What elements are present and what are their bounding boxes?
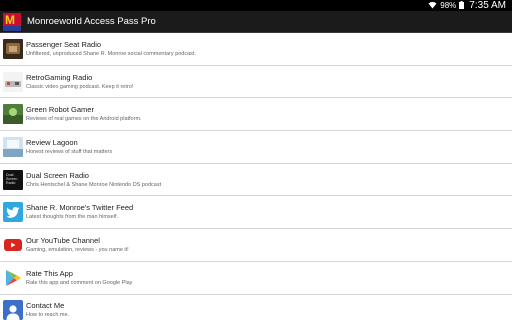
retrogaming-radio-thumbnail [3,71,23,92]
list-item-title: Shane R. Monroe's Twitter Feed [26,203,134,213]
list-item-title: RetroGaming Radio [26,72,93,82]
dual-screen-radio-thumbnail: Dual Screen Radio [3,169,23,190]
list-item-review-lagoon[interactable]: Review Lagoon Honest reviews of stuff th… [0,131,512,164]
action-bar: M Monroeworld Access Pass Pro [0,11,512,33]
list-item-description: Latest thoughts from the man himself. [26,214,119,221]
list-item-description: Rate this app and comment on Google Play [26,279,133,286]
list-item-title: Contact Me [26,301,65,311]
list-item-rate-this-app[interactable]: Rate This App Rate this app and comment … [0,262,512,295]
green-robot-gamer-thumbnail [3,104,23,125]
review-lagoon-thumbnail [3,136,23,157]
list-item-description: How to reach me. [26,312,70,319]
status-time: 7:35 AM [469,0,506,11]
list-item-twitter-feed[interactable]: Shane R. Monroe's Twitter Feed Latest th… [0,196,512,230]
app-logo[interactable]: M [3,12,21,31]
list-item-title: Dual Screen Radio [26,170,89,180]
list-item-title: Review Lagoon [26,137,78,147]
list-item-title: Passenger Seat Radio [26,39,102,49]
google-play-icon [3,268,23,288]
battery-icon [459,0,465,11]
menu-list: Passenger Seat Radio Unfiltered, unprodu… [0,33,512,320]
list-item-description: Gaming, emulation, reviews - you name it… [26,246,129,253]
list-item-contact-me[interactable]: Contact Me How to reach me. [0,295,512,320]
list-item-description: Reviews of real games on the Android pla… [26,116,142,123]
list-item-youtube-channel[interactable]: Our YouTube Channel Gaming, emulation, r… [0,229,512,262]
passenger-seat-radio-thumbnail [3,38,23,59]
youtube-icon [3,235,23,255]
list-item-passenger-seat-radio[interactable]: Passenger Seat Radio Unfiltered, unprodu… [0,33,512,66]
list-item-title: Green Robot Gamer [26,105,94,115]
list-item-title: Rate This App [26,268,73,278]
thumbnail-text: Radio [6,180,16,185]
list-item-description: Chris Hentschel & Shane Monroe Nintendo … [26,181,162,188]
list-item-description: Unfiltered, unproduced Shane R. Monroe s… [26,50,196,57]
contact-person-icon [3,300,23,320]
list-item-green-robot-gamer[interactable]: Green Robot Gamer Reviews of real games … [0,98,512,132]
list-item-title: Our YouTube Channel [26,235,100,245]
wifi-icon [428,1,437,11]
list-item-description: Classic video gaming podcast. Keep it re… [26,83,134,90]
battery-percent: 98% [440,1,457,10]
list-item-retrogaming-radio[interactable]: RetroGaming Radio Classic video gaming p… [0,66,512,99]
app-title: Monroeworld Access Pass Pro [27,16,156,27]
list-item-dual-screen-radio[interactable]: Dual Screen Radio Dual Screen Radio Chri… [0,164,512,197]
twitter-bird-icon [3,202,23,223]
status-bar: 98% 7:35 AM [0,0,512,11]
list-item-description: Honest reviews of stuff that matters [26,148,113,155]
